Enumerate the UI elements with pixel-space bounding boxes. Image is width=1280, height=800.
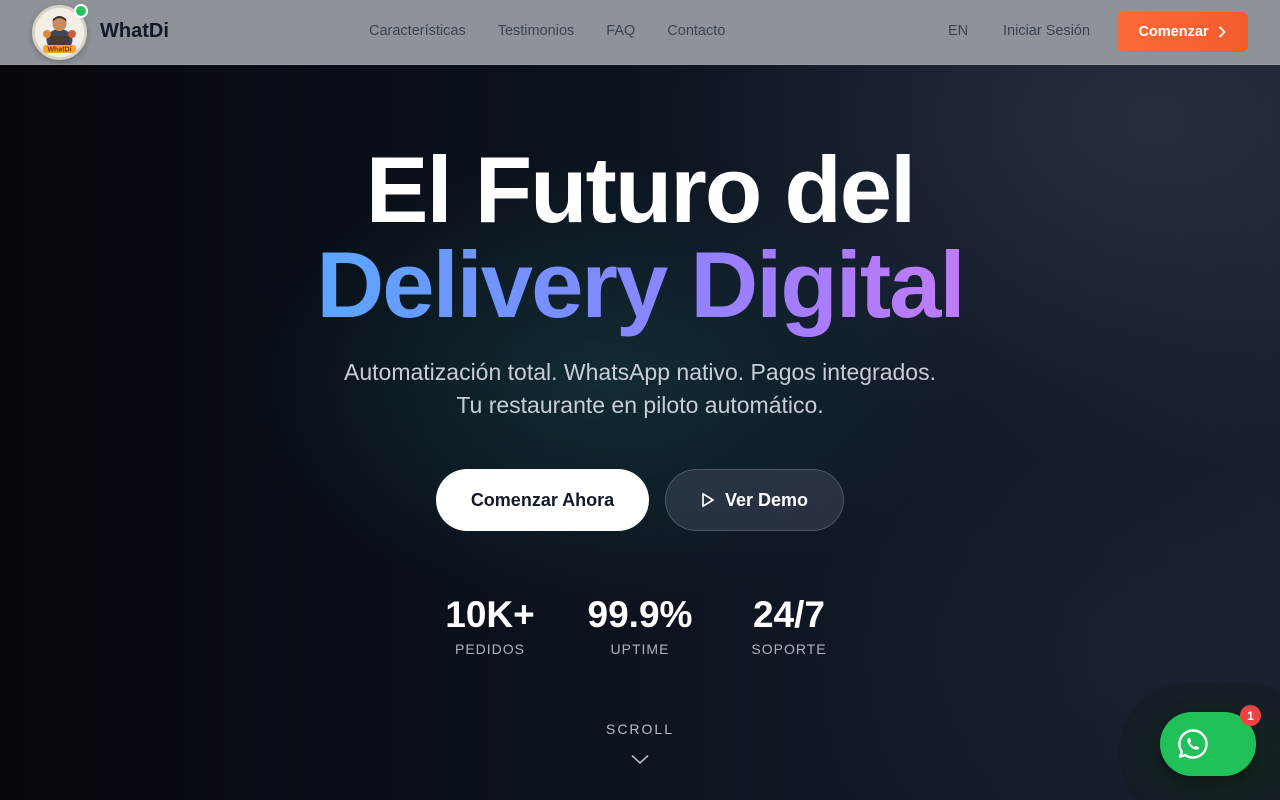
view-demo-button[interactable]: Ver Demo [665,469,844,531]
stat-orders: 10K+ PEDIDOS [430,593,550,657]
view-demo-label: Ver Demo [724,489,809,510]
start-now-button[interactable]: Comenzar Ahora [436,469,649,531]
login-link[interactable]: Iniciar Sesión [1003,23,1090,39]
hero-title-line1: El Futuro del [365,137,916,242]
nav-link-contacto[interactable]: Contacto [667,23,725,39]
hero-title-line2: Delivery Digital [0,235,1280,335]
chevron-right-icon [1218,26,1225,38]
scroll-label: SCROLL [605,721,675,737]
stat-value: 99.9% [587,594,693,635]
nav-link-faq[interactable]: FAQ [606,23,635,39]
get-started-button[interactable]: Comenzar [1117,12,1248,52]
get-started-label: Comenzar [1138,24,1209,40]
play-icon [702,492,714,508]
hero-subtitle-line1: Automatización total. WhatsApp nativo. P… [344,359,936,385]
nav-links: Características Testimonios FAQ Contacto [369,23,725,39]
hero-subtitle-line2: Tu restaurante en piloto automático. [456,392,824,418]
stat-uptime: 99.9% UPTIME [570,593,710,657]
stat-support: 24/7 SOPORTE [729,593,849,657]
whatsapp-icon [1178,729,1208,759]
navbar: WhatDi WhatDi Características Testimonio… [0,0,1280,65]
language-toggle[interactable]: EN [948,23,968,39]
stat-label: PEDIDOS [454,641,525,657]
stat-value: 24/7 [752,594,825,635]
notification-badge: 1 [1240,705,1261,726]
online-status-dot [74,4,88,18]
nav-link-caracteristicas[interactable]: Características [369,23,466,39]
chevron-down-icon[interactable] [631,752,649,766]
brand-name[interactable]: WhatDi [100,20,169,43]
stat-label: UPTIME [610,641,670,657]
logo-text: WhatDi [47,47,71,54]
hero-title-gradient: Delivery Digital [316,232,965,337]
stat-label: SOPORTE [751,641,827,657]
stat-value: 10K+ [445,594,535,635]
hero-subtitle: Automatización total. WhatsApp nativo. P… [0,356,1280,422]
nav-link-testimonios[interactable]: Testimonios [498,23,575,39]
